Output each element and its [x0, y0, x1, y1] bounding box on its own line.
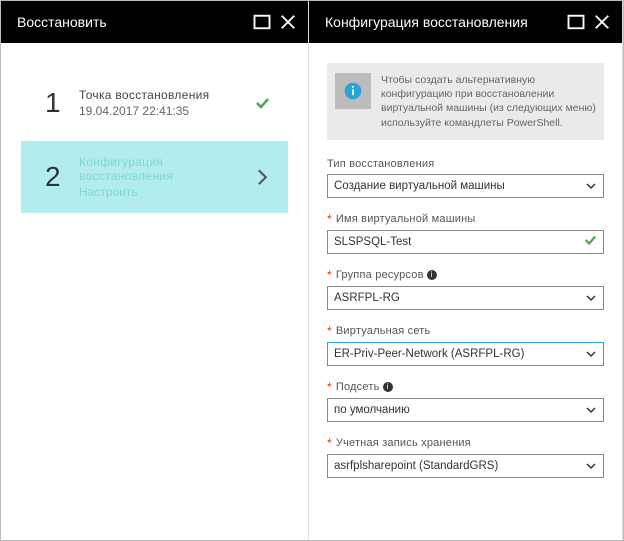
- vm-name-input[interactable]: SLSPSQL-Test: [327, 230, 604, 254]
- required-icon: *: [327, 212, 332, 226]
- restore-type-select[interactable]: Создание виртуальной машины: [327, 174, 604, 198]
- resource-group-label: * Группа ресурсов i: [327, 268, 604, 282]
- storage-select[interactable]: asrfplsharepoint (StandardGRS): [327, 454, 604, 478]
- vnet-select[interactable]: ER-Priv-Peer-Network (ASRFPL-RG): [327, 342, 604, 366]
- maximize-icon[interactable]: [566, 12, 586, 32]
- restore-type-row: Тип восстановления Создание виртуальной …: [327, 158, 604, 198]
- vm-name-value: SLSPSQL-Test: [334, 236, 583, 248]
- required-icon: *: [327, 324, 332, 338]
- config-blade: Конфигурация восстановления Чтобы создат…: [309, 1, 623, 540]
- required-icon: *: [327, 268, 332, 282]
- subnet-row: * Подсеть i по умолчанию: [327, 380, 604, 422]
- storage-label: * Учетная запись хранения: [327, 436, 604, 450]
- config-title: Конфигурация восстановления: [325, 14, 560, 30]
- required-icon: *: [327, 436, 332, 450]
- chevron-right-icon: [256, 166, 270, 188]
- vm-name-label: * Имя виртуальной машины: [327, 212, 604, 226]
- chevron-down-icon: [585, 180, 597, 192]
- check-icon: [254, 95, 270, 111]
- subnet-label: * Подсеть i: [327, 380, 604, 394]
- step-1-restore-point[interactable]: 1 Точка восстановления 19.04.2017 22:41:…: [21, 73, 288, 133]
- step-2-subtitle: Настроить: [79, 185, 256, 199]
- restore-type-value: Создание виртуальной машины: [334, 180, 585, 192]
- restore-blade: Восстановить 1 Точка восстановления 19.0…: [1, 1, 309, 540]
- vm-name-row: * Имя виртуальной машины SLSPSQL-Test: [327, 212, 604, 254]
- subnet-value: по умолчанию: [334, 404, 585, 416]
- step-1-title: Точка восстановления: [79, 88, 254, 102]
- vnet-row: * Виртуальная сеть ER-Priv-Peer-Network …: [327, 324, 604, 366]
- info-box: Чтобы создать альтернативную конфигураци…: [327, 63, 604, 140]
- info-icon[interactable]: i: [427, 270, 437, 280]
- chevron-down-icon: [585, 460, 597, 472]
- restore-title: Восстановить: [17, 14, 246, 30]
- resource-group-row: * Группа ресурсов i ASRFPL-RG: [327, 268, 604, 310]
- chevron-down-icon: [585, 348, 597, 360]
- step-2-title: Конфигурация восстановления: [79, 155, 256, 183]
- restore-header: Восстановить: [1, 1, 308, 43]
- config-header: Конфигурация восстановления: [309, 1, 622, 43]
- check-icon: [583, 233, 597, 250]
- vnet-label: * Виртуальная сеть: [327, 324, 604, 338]
- storage-row: * Учетная запись хранения asrfplsharepoi…: [327, 436, 604, 478]
- close-icon[interactable]: [592, 12, 612, 32]
- step-1-subtitle: 19.04.2017 22:41:35: [79, 104, 254, 118]
- maximize-icon[interactable]: [252, 12, 272, 32]
- vnet-value: ER-Priv-Peer-Network (ASRFPL-RG): [334, 348, 585, 360]
- chevron-down-icon: [585, 404, 597, 416]
- chevron-down-icon: [585, 292, 597, 304]
- config-body: Чтобы создать альтернативную конфигураци…: [309, 43, 622, 502]
- storage-value: asrfplsharepoint (StandardGRS): [334, 460, 585, 472]
- step-number: 2: [45, 161, 79, 193]
- subnet-select[interactable]: по умолчанию: [327, 398, 604, 422]
- restore-type-label: Тип восстановления: [327, 158, 604, 170]
- resource-group-select[interactable]: ASRFPL-RG: [327, 286, 604, 310]
- required-icon: *: [327, 380, 332, 394]
- close-icon[interactable]: [278, 12, 298, 32]
- info-icon[interactable]: i: [383, 382, 393, 392]
- resource-group-value: ASRFPL-RG: [334, 292, 585, 304]
- info-text: Чтобы создать альтернативную конфигураци…: [381, 73, 596, 130]
- step-2-restore-config[interactable]: 2 Конфигурация восстановления Настроить: [21, 141, 288, 213]
- info-icon: [335, 73, 371, 109]
- step-number: 1: [45, 87, 79, 119]
- wizard-steps: 1 Точка восстановления 19.04.2017 22:41:…: [1, 43, 308, 221]
